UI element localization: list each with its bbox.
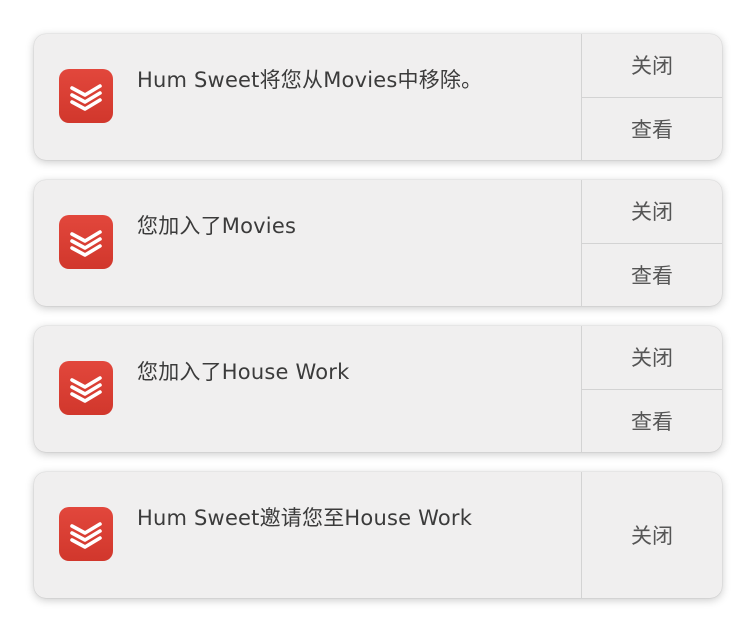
todoist-app-icon: [59, 215, 113, 269]
todoist-app-icon: [59, 507, 113, 561]
notification-stack: Hum Sweet将您从Movies中移除。 关闭 查看 您加入了Movies …: [34, 34, 722, 618]
notification-message: Hum Sweet将您从Movies中移除。: [137, 68, 483, 92]
notification-actions: 关闭 查看: [581, 326, 722, 452]
notification-card[interactable]: 您加入了House Work 关闭 查看: [34, 326, 722, 452]
close-button[interactable]: 关闭: [582, 326, 722, 389]
todoist-app-icon: [59, 69, 113, 123]
notification-actions: 关闭: [581, 472, 722, 598]
notification-message: Hum Sweet邀请您至House Work: [137, 506, 473, 530]
notification-message: 您加入了House Work: [137, 360, 350, 384]
notification-message: 您加入了Movies: [137, 214, 297, 238]
view-button[interactable]: 查看: [582, 242, 722, 307]
view-button[interactable]: 查看: [582, 96, 722, 161]
todoist-app-icon: [59, 361, 113, 415]
notification-body[interactable]: Hum Sweet邀请您至House Work: [34, 472, 581, 598]
close-button[interactable]: 关闭: [582, 34, 722, 97]
close-button[interactable]: 关闭: [582, 180, 722, 243]
notification-card[interactable]: 您加入了Movies 关闭 查看: [34, 180, 722, 306]
notification-actions: 关闭 查看: [581, 180, 722, 306]
notification-actions: 关闭 查看: [581, 34, 722, 160]
notification-body[interactable]: 您加入了House Work: [34, 326, 581, 452]
notification-body[interactable]: 您加入了Movies: [34, 180, 581, 306]
view-button[interactable]: 查看: [582, 388, 722, 453]
close-button[interactable]: 关闭: [582, 472, 722, 598]
notification-card[interactable]: Hum Sweet邀请您至House Work 关闭: [34, 472, 722, 598]
notification-card[interactable]: Hum Sweet将您从Movies中移除。 关闭 查看: [34, 34, 722, 160]
notification-body[interactable]: Hum Sweet将您从Movies中移除。: [34, 34, 581, 160]
